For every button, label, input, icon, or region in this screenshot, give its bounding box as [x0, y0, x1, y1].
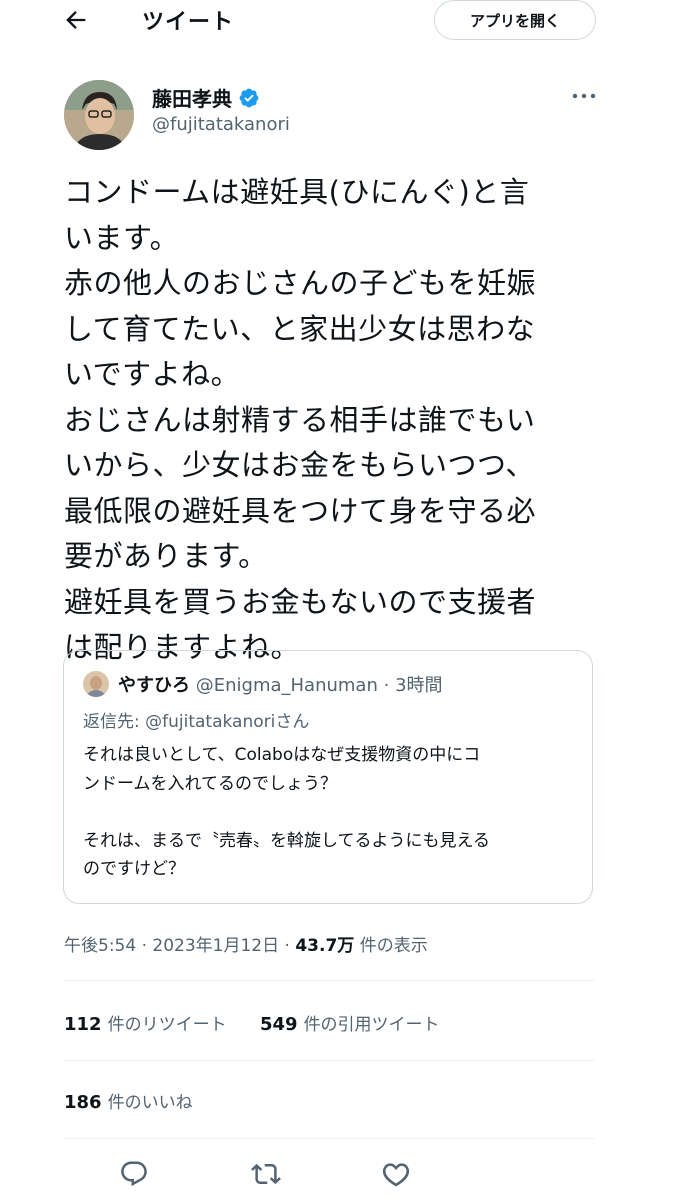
quotes-stat[interactable]: 549 件の引用ツイート: [260, 1010, 440, 1035]
quoted-author-handle: @Enigma_Hanuman: [195, 675, 378, 696]
retweet-button[interactable]: [246, 1154, 286, 1194]
retweets-stat[interactable]: 112 件のリツイート: [64, 1010, 227, 1035]
more-button[interactable]: [570, 86, 598, 106]
author-name-row[interactable]: 藤田孝典: [152, 83, 260, 112]
open-app-button[interactable]: アプリを開く: [434, 0, 596, 40]
reply-button[interactable]: [114, 1154, 154, 1194]
views-count: 43.7万: [295, 936, 355, 956]
retweets-count: 112: [64, 1014, 102, 1035]
likes-stat[interactable]: 186 件のいいね: [64, 1088, 193, 1113]
likes-count: 186: [64, 1092, 102, 1113]
like-icon: [382, 1163, 410, 1187]
divider: [64, 1060, 595, 1061]
more-icon: [572, 93, 596, 99]
action-bar: [64, 1152, 595, 1196]
meta-separator: ·: [284, 936, 290, 956]
quoted-time: 3時間: [395, 675, 443, 696]
avatar[interactable]: [64, 80, 134, 150]
likes-label: 件のいいね: [107, 1093, 193, 1113]
divider: [64, 1138, 595, 1139]
views-label: 件の表示: [359, 936, 428, 956]
quoted-reply-to: 返信先: @fujitatakanoriさん: [83, 712, 310, 732]
verified-badge-icon: [239, 88, 259, 107]
tweet-date[interactable]: 2023年1月12日: [152, 936, 279, 956]
reply-icon: [121, 1161, 147, 1187]
back-button[interactable]: [62, 6, 94, 34]
tweet-time[interactable]: 午後5:54: [64, 936, 136, 956]
quotes-label: 件の引用ツイート: [303, 1015, 440, 1035]
page-title: ツイート: [142, 10, 235, 35]
avatar-image: [64, 80, 134, 150]
quoted-avatar: [83, 671, 109, 697]
quoted-separator: ·: [383, 675, 390, 696]
quoted-header: やすひろ @Enigma_Hanuman · 3時間: [118, 671, 443, 697]
top-bar: ツイート アプリを開く: [0, 0, 675, 44]
quoted-tweet[interactable]: やすひろ @Enigma_Hanuman · 3時間 返信先: @fujitat…: [63, 650, 593, 904]
quotes-count: 549: [259, 1014, 298, 1035]
quoted-author-name: やすひろ: [118, 675, 190, 696]
author-name: 藤田孝典: [152, 87, 232, 111]
tweet-text: コンドームは避妊具(ひにんぐ)と言 います。 赤の他人のおじさんの子どもを妊娠 …: [64, 175, 537, 664]
retweet-icon: [251, 1163, 281, 1185]
like-button[interactable]: [376, 1154, 416, 1194]
stats-row: 112 件のリツイート 549 件の引用ツイート: [64, 1010, 440, 1035]
divider: [64, 980, 595, 981]
back-arrow-icon: [66, 11, 86, 29]
retweets-label: 件のリツイート: [107, 1015, 227, 1035]
meta-separator: ·: [141, 936, 147, 956]
likes-row: 186 件のいいね: [64, 1088, 193, 1113]
quoted-text: それは良いとして、Colaboはなぜ支援物資の中にコ ンドームを入れてるのでしょ…: [83, 745, 490, 879]
tweet-meta: 午後5:54 · 2023年1月12日 · 43.7万 件の表示: [64, 931, 428, 956]
author-handle[interactable]: @fujitatakanori: [152, 114, 290, 135]
